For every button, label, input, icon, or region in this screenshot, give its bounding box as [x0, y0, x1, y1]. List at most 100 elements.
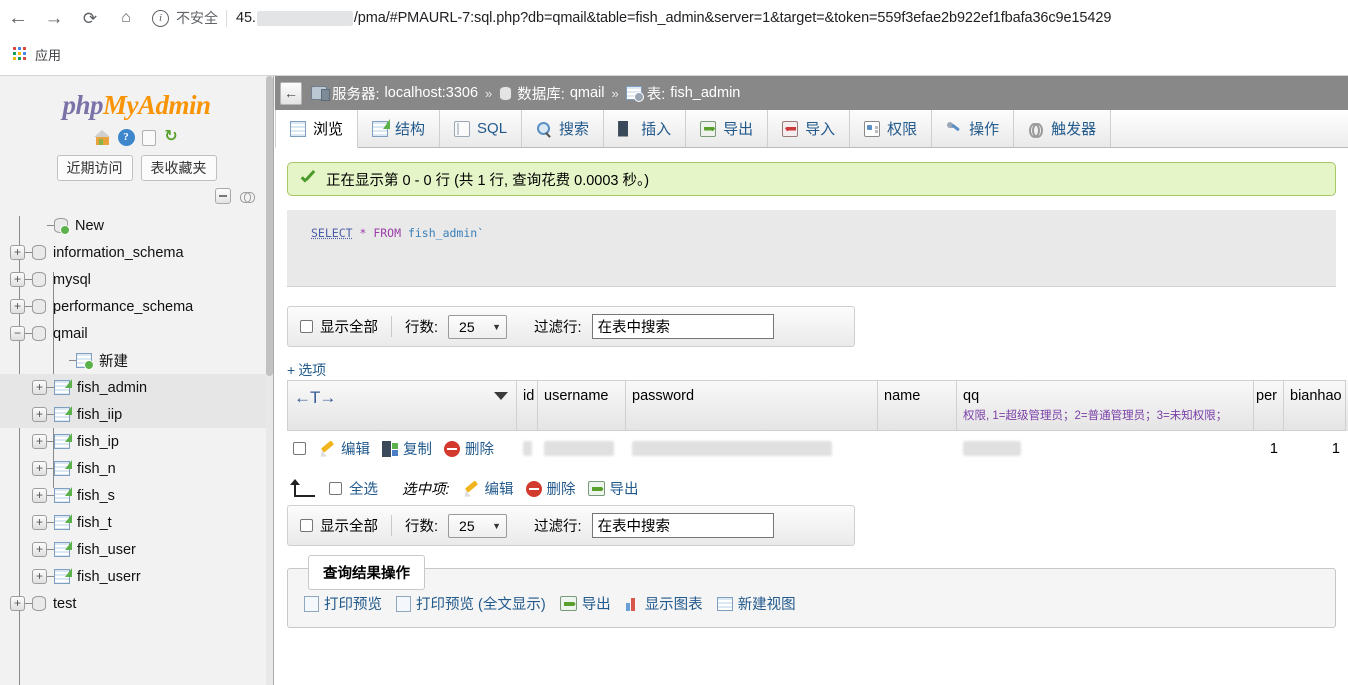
- tab-export[interactable]: 导出: [686, 110, 768, 147]
- chart-icon: [625, 596, 640, 611]
- tree-item-fish_user[interactable]: +fish_user: [0, 536, 273, 563]
- header-col-bianhao[interactable]: bianhao: [1284, 380, 1346, 431]
- tree-item-information_schema[interactable]: +information_schema: [0, 239, 273, 266]
- show-all-checkbox-bottom[interactable]: [300, 519, 313, 532]
- tree-item-New[interactable]: New: [0, 212, 273, 239]
- row-copy-label: 复制: [403, 438, 432, 459]
- header-col-per[interactable]: per: [1254, 380, 1284, 431]
- tree-item-performance_schema[interactable]: +performance_schema: [0, 293, 273, 320]
- expand-icon[interactable]: +: [32, 380, 47, 395]
- site-info-icon[interactable]: i: [152, 10, 169, 27]
- rows-select-bottom[interactable]: 25 ▼: [448, 514, 507, 538]
- link-with-main-icon[interactable]: [240, 192, 255, 201]
- apps-shortcut[interactable]: 应用: [13, 45, 61, 64]
- breadcrumb-database[interactable]: 数据库: qmail: [499, 83, 604, 104]
- check-all-arrow-icon[interactable]: [287, 479, 317, 499]
- tree-item-fish_t[interactable]: +fish_t: [0, 509, 273, 536]
- tab-triggers[interactable]: 触发器: [1014, 110, 1111, 147]
- header-col-password[interactable]: password: [626, 380, 878, 431]
- expand-icon[interactable]: +: [32, 515, 47, 530]
- forward-button[interactable]: →: [36, 0, 72, 36]
- select-all-label[interactable]: 全选: [349, 478, 378, 499]
- phpmyadmin-logo[interactable]: phpMyAdmin: [0, 90, 273, 121]
- expand-icon[interactable]: +: [32, 407, 47, 422]
- reload-button[interactable]: ⟳: [72, 0, 108, 36]
- expand-icon[interactable]: +: [32, 434, 47, 449]
- navigation-scrollbar[interactable]: [266, 76, 273, 685]
- row-delete-link[interactable]: 删除: [444, 438, 494, 459]
- rows-select-top[interactable]: 25 ▼: [448, 315, 507, 339]
- tree-item-qmail[interactable]: −qmail: [0, 320, 273, 347]
- header-col-qq[interactable]: qq 权限, 1=超级管理员；2=普通管理员；3=未知权限；: [957, 380, 1254, 431]
- tab-search[interactable]: 搜索: [522, 110, 604, 147]
- collapse-all-icon[interactable]: [215, 188, 231, 204]
- breadcrumb-server[interactable]: 服务器: localhost:3306: [311, 83, 478, 104]
- filter-input-bottom[interactable]: 在表中搜索: [592, 513, 774, 538]
- expand-icon[interactable]: +: [32, 542, 47, 557]
- tree-item-新建[interactable]: 新建: [0, 347, 273, 374]
- bulk-edit-link[interactable]: 编辑: [464, 478, 514, 499]
- row-edit-link[interactable]: 编辑: [320, 438, 370, 459]
- tree-item-fish_n[interactable]: +fish_n: [0, 455, 273, 482]
- header-col-id[interactable]: id: [517, 380, 538, 431]
- expand-icon[interactable]: +: [32, 569, 47, 584]
- tab-import[interactable]: 导入: [768, 110, 850, 147]
- row-copy-link[interactable]: 复制: [382, 438, 432, 459]
- tab-insert[interactable]: 插入: [604, 110, 686, 147]
- tab-label: 搜索: [559, 118, 589, 139]
- tab-browse[interactable]: 浏览: [275, 110, 358, 148]
- expand-icon[interactable]: +: [32, 488, 47, 503]
- bulk-delete-link[interactable]: 删除: [526, 478, 576, 499]
- show-all-checkbox-top[interactable]: [300, 320, 313, 333]
- tab-sql[interactable]: SQL: [440, 110, 522, 147]
- privileges-icon: [864, 121, 880, 137]
- breadcrumb-back-button[interactable]: ←: [280, 82, 302, 105]
- export-results-link[interactable]: 导出: [560, 593, 611, 614]
- tab-operations[interactable]: 操作: [932, 110, 1014, 147]
- header-col-username[interactable]: username: [538, 380, 626, 431]
- tab-label: 插入: [641, 118, 671, 139]
- tree-item-fish_iip[interactable]: +fish_iip: [0, 401, 273, 428]
- filter-input-top[interactable]: 在表中搜索: [592, 314, 774, 339]
- home-button[interactable]: ⌂: [108, 0, 144, 36]
- sort-caret-icon[interactable]: [494, 392, 508, 400]
- display-chart-link[interactable]: 显示图表: [625, 593, 703, 614]
- address-bar[interactable]: i 不安全 45./pma/#PMAURL-7:sql.php?db=qmail…: [152, 5, 1342, 31]
- tree-item-fish_admin[interactable]: + fish_admin: [0, 374, 273, 401]
- breadcrumb-table[interactable]: 表: fish_admin: [626, 83, 741, 104]
- expand-icon[interactable]: +: [10, 245, 25, 260]
- row-checkbox[interactable]: [293, 442, 306, 455]
- tree-item-mysql[interactable]: +mysql: [0, 266, 273, 293]
- header-col-name[interactable]: name: [878, 380, 957, 431]
- help-icon[interactable]: ?: [118, 129, 135, 146]
- select-all-checkbox[interactable]: [329, 482, 342, 495]
- column-nav-arrows[interactable]: ←T→: [294, 388, 335, 408]
- expand-icon[interactable]: +: [32, 461, 47, 476]
- print-preview-full-link[interactable]: 打印预览 (全文显示): [396, 593, 546, 614]
- tree-item-fish_userr[interactable]: +fish_userr: [0, 563, 273, 590]
- tree-item-label: fish_admin: [77, 380, 147, 396]
- tree-connector: [47, 414, 54, 415]
- print-preview-link[interactable]: 打印预览: [304, 593, 382, 614]
- bulk-export-link[interactable]: 导出: [588, 478, 639, 499]
- table-icon: [54, 407, 70, 422]
- tab-structure[interactable]: 结构: [358, 110, 440, 147]
- navigation-scroll-thumb[interactable]: [266, 76, 273, 376]
- create-view-link[interactable]: 新建视图: [717, 593, 796, 614]
- back-button[interactable]: ←: [0, 0, 36, 36]
- options-toggle[interactable]: +选项: [287, 360, 1348, 380]
- collapse-icon[interactable]: −: [10, 326, 25, 341]
- favorites-tab[interactable]: 表收藏夹: [141, 155, 217, 181]
- tree-item-fish_s[interactable]: +fish_s: [0, 482, 273, 509]
- home-icon[interactable]: [94, 129, 111, 146]
- reload-icon[interactable]: ↻: [163, 129, 180, 146]
- recent-tab[interactable]: 近期访问: [57, 155, 133, 181]
- expand-icon[interactable]: +: [10, 596, 25, 611]
- expand-icon[interactable]: +: [10, 272, 25, 287]
- tab-privileges[interactable]: 权限: [850, 110, 932, 147]
- sql-query-display[interactable]: SELECT * FROM fish_admin`: [287, 210, 1336, 258]
- tree-item-test[interactable]: +test: [0, 590, 273, 617]
- expand-icon[interactable]: +: [10, 299, 25, 314]
- tree-item-fish_ip[interactable]: +fish_ip: [0, 428, 273, 455]
- docs-icon[interactable]: [142, 130, 156, 146]
